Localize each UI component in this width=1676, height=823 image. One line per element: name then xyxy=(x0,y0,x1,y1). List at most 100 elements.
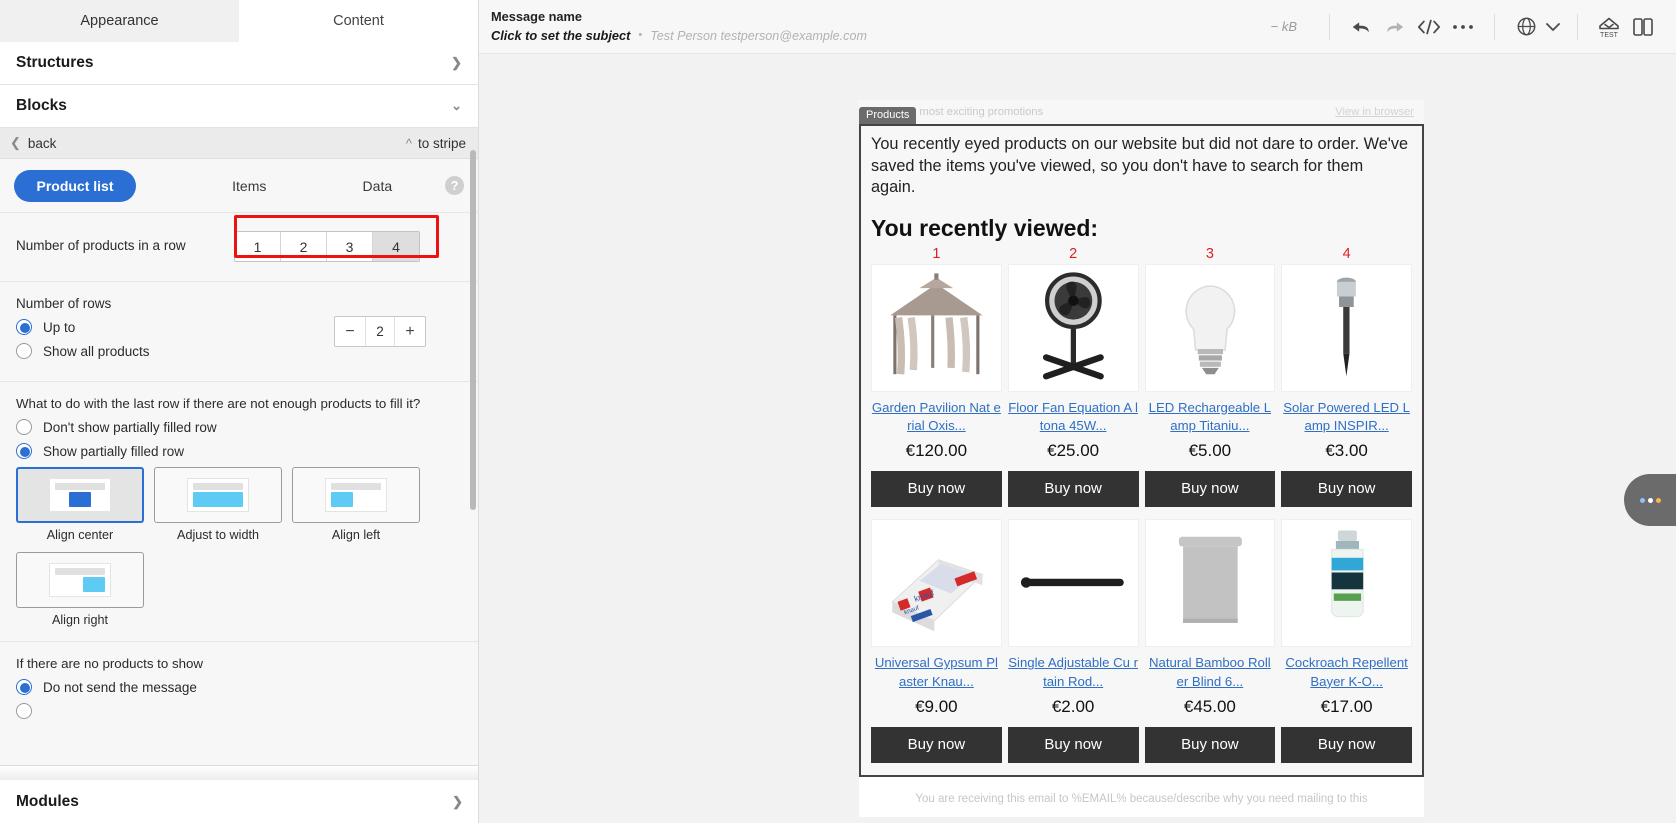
block-breadcrumb-bar: ❮ back ^ to stripe xyxy=(0,128,478,159)
product-image xyxy=(1144,264,1276,393)
product-grid-row-2: knauf knauf Universal Gypsum Pl aster Kn… xyxy=(871,519,1412,763)
segment-data[interactable]: Data xyxy=(363,178,393,194)
email-preheader-row: der of the most exciting promotions View… xyxy=(859,100,1424,124)
product-name[interactable]: Natural Bamboo Roll er Blind 6... xyxy=(1145,654,1276,690)
alignment-option-adjust-to-width[interactable] xyxy=(154,467,282,523)
product-card[interactable]: Single Adjustable Cu rtain Rod... €2.00 … xyxy=(1007,519,1139,763)
radio-dont-show-partial-label: Don't show partially filled row xyxy=(43,419,217,435)
radio-show-partial[interactable]: Show partially filled row xyxy=(16,443,462,459)
product-card[interactable]: Cockroach Repellent Bayer K-O... €17.00 … xyxy=(1281,519,1412,763)
segment-product-list[interactable]: Product list xyxy=(14,169,136,202)
rows-stepper-value[interactable]: 2 xyxy=(365,317,395,346)
section-structures[interactable]: Structures ❯ xyxy=(0,42,478,85)
product-card[interactable]: 2 Floor Fan Equation A ltona 45W... €25.… xyxy=(1007,246,1139,508)
help-icon[interactable]: ? xyxy=(445,176,465,195)
product-image xyxy=(1281,519,1412,648)
radio-show-all-products-control[interactable] xyxy=(16,343,32,359)
to-stripe-button[interactable]: ^ to stripe xyxy=(406,136,466,151)
chevron-down-icon-language[interactable] xyxy=(1543,10,1563,44)
product-name[interactable]: Garden Pavilion Nat erial Oxis... xyxy=(871,399,1002,435)
section-modules[interactable]: Modules ❯ xyxy=(0,780,478,823)
products-in-row-option-2[interactable]: 2 xyxy=(281,232,327,261)
tab-appearance[interactable]: Appearance xyxy=(0,0,239,42)
product-card[interactable]: 4 Solar Powered LED Lamp INSPIR... €3.00… xyxy=(1281,246,1412,508)
divider-3 xyxy=(1577,13,1578,40)
no-products-section: If there are no products to show Do not … xyxy=(0,642,478,741)
radio-show-all-products[interactable]: Show all products xyxy=(16,343,334,359)
product-card[interactable]: 1 Garden Pavilion Nat erial Oxis... €120… xyxy=(871,246,1002,508)
product-name[interactable]: Cockroach Repellent Bayer K-O... xyxy=(1281,654,1412,690)
product-name[interactable]: Universal Gypsum Pl aster Knau... xyxy=(871,654,1002,690)
product-name[interactable]: Single Adjustable Cu rtain Rod... xyxy=(1008,654,1139,690)
product-name[interactable]: LED Rechargeable L amp Titaniu... xyxy=(1145,399,1276,435)
radio-do-not-send-control[interactable] xyxy=(16,679,32,695)
undo-icon[interactable] xyxy=(1344,10,1378,44)
section-blocks[interactable]: Blocks ⌄ xyxy=(0,85,478,128)
alignment-label-align-left: Align left xyxy=(331,528,381,542)
radio-do-not-send-label: Do not send the message xyxy=(43,679,197,695)
buy-now-button[interactable]: Buy now xyxy=(1007,726,1139,763)
no-products-label: If there are no products to show xyxy=(16,656,204,671)
radio-up-to-control[interactable] xyxy=(16,319,32,335)
radio-dont-show-partial[interactable]: Don't show partially filled row xyxy=(16,419,462,435)
device-preview-icon[interactable] xyxy=(1626,10,1660,44)
test-icon[interactable]: TEST xyxy=(1592,10,1626,44)
product-card[interactable]: 3 LED Rechargeable L amp Titaniu... €5.0… xyxy=(1144,246,1276,508)
buy-now-button[interactable]: Buy now xyxy=(871,726,1002,763)
radio-dont-show-partial-control[interactable] xyxy=(16,419,32,435)
divider xyxy=(1329,13,1330,40)
view-in-browser-link[interactable]: View in browser xyxy=(1335,106,1414,118)
products-in-row-option-1[interactable]: 1 xyxy=(235,232,281,261)
align-left-preview-icon xyxy=(325,478,387,512)
message-name: Message name xyxy=(491,8,583,24)
more-options-tab[interactable] xyxy=(1624,474,1676,526)
products-block[interactable]: Products You recently eyed products on o… xyxy=(859,107,1424,777)
tab-content-label: Content xyxy=(333,13,384,29)
subject-field[interactable]: Click to set the subject xyxy=(491,27,630,46)
buy-now-button[interactable]: Buy now xyxy=(871,471,1002,508)
tab-content[interactable]: Content xyxy=(239,0,478,42)
product-card[interactable]: Natural Bamboo Roll er Blind 6... €45.00… xyxy=(1144,519,1276,763)
section-blocks-label: Blocks xyxy=(16,97,67,114)
radio-up-to[interactable]: Up to xyxy=(16,319,334,335)
product-card[interactable]: knauf knauf Universal Gypsum Pl aster Kn… xyxy=(871,519,1002,763)
radio-second-option-control[interactable] xyxy=(16,703,32,719)
product-name[interactable]: Solar Powered LED Lamp INSPIR... xyxy=(1281,399,1412,435)
rows-stepper-plus[interactable]: + xyxy=(395,317,425,346)
products-heading[interactable]: You recently viewed: xyxy=(871,215,1412,242)
products-in-row-group: 1 2 3 4 xyxy=(234,231,420,262)
product-index: 2 xyxy=(1069,246,1078,263)
more-icon[interactable] xyxy=(1446,10,1480,44)
buy-now-button[interactable]: Buy now xyxy=(1281,471,1412,508)
intro-text[interactable]: You recently eyed products on our websit… xyxy=(871,134,1412,199)
globe-icon[interactable] xyxy=(1509,10,1543,44)
alignment-option-align-left[interactable] xyxy=(292,467,420,523)
chevron-right-icon-modules: ❯ xyxy=(452,793,463,809)
products-in-row-option-4[interactable]: 4 xyxy=(373,232,419,261)
email-canvas: der of the most exciting promotions View… xyxy=(479,54,1676,823)
product-price: €45.00 xyxy=(1183,696,1236,716)
section-modules-label: Modules xyxy=(16,792,79,810)
product-price: €25.00 xyxy=(1047,441,1100,461)
panel-scrollbar[interactable] xyxy=(470,150,476,510)
radio-show-partial-control[interactable] xyxy=(16,443,32,459)
alignment-option-align-right[interactable] xyxy=(16,552,144,608)
last-row-question: What to do with the last row if there ar… xyxy=(16,396,421,411)
block-settings-segments: Product list Items Data ? xyxy=(0,159,478,213)
buy-now-button[interactable]: Buy now xyxy=(1144,471,1276,508)
rows-stepper-minus[interactable]: − xyxy=(335,317,365,346)
alignment-option-align-center[interactable] xyxy=(16,467,144,523)
dots-icon xyxy=(1639,497,1661,503)
redo-icon[interactable] xyxy=(1378,10,1412,44)
radio-do-not-send[interactable]: Do not send the message xyxy=(16,679,462,695)
products-in-row-option-3[interactable]: 3 xyxy=(327,232,373,261)
segment-items[interactable]: Items xyxy=(232,178,266,194)
back-button[interactable]: ❮ back xyxy=(10,135,56,151)
sender-info: Test Person testperson@example.com xyxy=(650,28,867,43)
product-name[interactable]: Floor Fan Equation A ltona 45W... xyxy=(1008,399,1139,435)
code-icon[interactable] xyxy=(1412,10,1446,44)
buy-now-button[interactable]: Buy now xyxy=(1144,726,1276,763)
radio-second-option[interactable] xyxy=(16,703,462,719)
buy-now-button[interactable]: Buy now xyxy=(1007,471,1139,508)
buy-now-button[interactable]: Buy now xyxy=(1281,726,1412,763)
